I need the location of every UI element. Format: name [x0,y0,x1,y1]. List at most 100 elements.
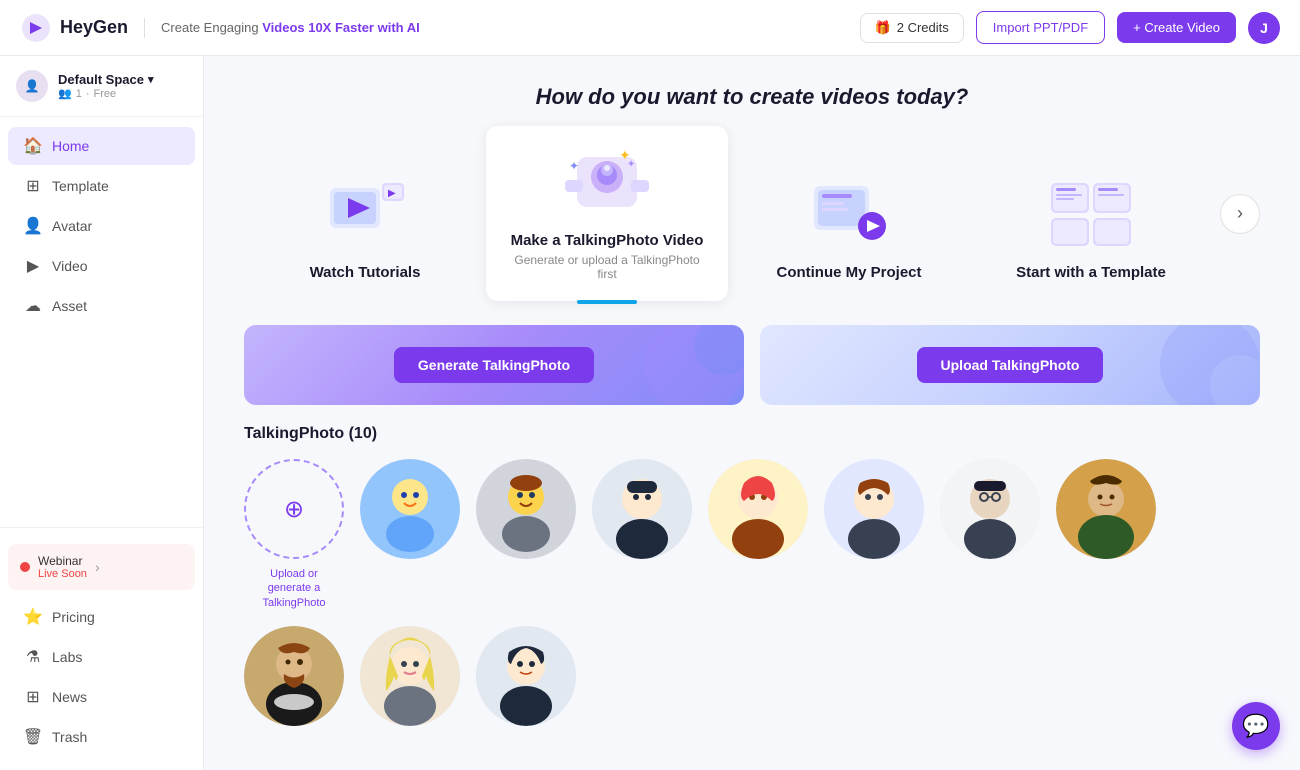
photo-circle [360,626,460,726]
photos-grid: ⊕ Upload orgenerate aTalkingPhoto [204,459,1300,746]
video-icon: ▶ [24,257,42,275]
card-continue-title: Continue My Project [776,264,921,281]
credits-button[interactable]: 🎁 2 Credits [860,13,964,43]
header-tagline: Create Engaging Videos 10X Faster with A… [161,20,420,35]
pricing-icon: ⭐ [24,608,42,626]
photo-item[interactable] [592,459,692,610]
photo-item[interactable] [476,626,576,726]
webinar-banner[interactable]: Webinar Live Soon › [8,544,195,590]
card-template[interactable]: Start with a Template [970,126,1212,301]
photo-item[interactable] [708,459,808,610]
tagline-highlight: Videos 10X Faster with AI [262,20,420,35]
photo-circle [940,459,1040,559]
webinar-label: Webinar [38,554,87,568]
photo-item[interactable] [1056,459,1156,610]
news-icon: ⊞ [24,688,42,706]
gift-icon: 🎁 [875,20,891,36]
labs-icon: ⚗ [24,648,42,666]
photo-item[interactable] [360,626,460,726]
add-icon: ⊕ [284,495,304,524]
sidebar-item-asset[interactable]: ☁ Asset [8,287,195,325]
next-button[interactable]: › [1220,194,1260,234]
sidebar: 👤 Default Space ▾ 👥 1 · Free 🏠 Home [0,56,204,770]
sidebar-item-label: Asset [52,298,87,314]
sidebar-item-label: Video [52,258,88,274]
add-photo-circle: ⊕ [244,459,344,559]
photo-circle [360,459,460,559]
cards-row: ▶ Watch Tutorials ✦ ✦ [204,126,1300,301]
user-avatar[interactable]: J [1248,12,1280,44]
logo-text: HeyGen [60,17,128,38]
add-photo-item[interactable]: ⊕ Upload orgenerate aTalkingPhoto [244,459,344,610]
card-tutorials[interactable]: ▶ Watch Tutorials [244,126,486,301]
sidebar-item-label: Avatar [52,218,92,234]
photo-item[interactable] [244,626,344,726]
svg-text:✦: ✦ [569,159,579,173]
sidebar-item-label: Pricing [52,609,95,625]
sidebar-item-template[interactable]: ⊞ Template [8,167,195,205]
svg-text:✦: ✦ [627,159,635,170]
page-heading: How do you want to create videos today? [204,56,1300,126]
sidebar-bottom: Webinar Live Soon › ⭐ Pricing ⚗ Labs ⊞ N… [0,527,203,770]
photo-item[interactable] [476,459,576,610]
sidebar-item-label: News [52,689,87,705]
sidebar-item-avatar[interactable]: 👤 Avatar [8,207,195,245]
sidebar-item-video[interactable]: ▶ Video [8,247,195,285]
sidebar-item-labs[interactable]: ⚗ Labs [8,638,195,676]
chat-bubble[interactable]: 💬 [1232,702,1280,750]
create-video-button[interactable]: + Create Video [1117,12,1236,43]
active-indicator [577,300,637,304]
card-talkingphoto-title: Make a TalkingPhoto Video [511,232,704,249]
asset-icon: ☁ [24,297,42,315]
photo-circle [244,626,344,726]
chevron-right-icon: › [95,559,100,575]
workspace-name: Default Space ▾ [58,72,187,87]
card-talkingphoto[interactable]: ✦ ✦ ✦ Make a TalkingPhoto Video Generate… [486,126,728,301]
photo-item[interactable] [824,459,924,610]
action-row: Generate TalkingPhoto Upload TalkingPhot… [244,325,1260,405]
logo-area: HeyGen [20,12,128,44]
photo-item[interactable] [940,459,1040,610]
webinar-sub: Live Soon [38,568,87,580]
sidebar-item-home[interactable]: 🏠 Home [8,127,195,165]
photo-circle [592,459,692,559]
upload-card[interactable]: Upload TalkingPhoto [760,325,1260,405]
card-continue[interactable]: Continue My Project [728,126,970,301]
generate-card[interactable]: Generate TalkingPhoto [244,325,744,405]
talkingphoto-illustration: ✦ ✦ ✦ [557,142,657,222]
main-content: How do you want to create videos today? … [204,56,1300,770]
section-title: TalkingPhoto (10) [244,425,1260,443]
header-right: 🎁 2 Credits Import PPT/PDF + Create Vide… [860,11,1280,44]
workspace-sub: 👥 1 · Free [58,87,187,100]
trash-icon: 🗑 [24,728,42,746]
webinar-dot [20,562,30,572]
import-button[interactable]: Import PPT/PDF [976,11,1105,44]
sidebar-item-trash[interactable]: 🗑 Trash [8,718,195,756]
svg-text:▶: ▶ [388,188,396,199]
workspace-section[interactable]: 👤 Default Space ▾ 👥 1 · Free [0,56,203,117]
logo-icon [20,12,52,44]
sidebar-item-label: Home [52,138,89,154]
workspace-avatar: 👤 [16,70,48,102]
template-icon: ⊞ [24,177,42,195]
sidebar-item-news[interactable]: ⊞ News [8,678,195,716]
workspace-info: Default Space ▾ 👥 1 · Free [58,72,187,100]
header-divider [144,18,145,38]
tutorials-illustration: ▶ [315,174,415,254]
chat-icon: 💬 [1242,713,1269,739]
credits-label: 2 Credits [897,20,949,35]
main-layout: 👤 Default Space ▾ 👥 1 · Free 🏠 Home [0,56,1300,770]
sidebar-item-label: Template [52,178,109,194]
sidebar-item-pricing[interactable]: ⭐ Pricing [8,598,195,636]
users-icon: 👥 [58,87,72,100]
photo-circle [708,459,808,559]
template-illustration [1041,174,1141,254]
photo-circle [476,459,576,559]
card-template-title: Start with a Template [1016,264,1166,281]
header: HeyGen Create Engaging Videos 10X Faster… [0,0,1300,56]
photo-item[interactable] [360,459,460,610]
add-photo-text: Upload orgenerate aTalkingPhoto [263,567,326,610]
webinar-info: Webinar Live Soon [38,554,87,580]
continue-illustration [799,174,899,254]
card-talkingphoto-sub: Generate or upload a TalkingPhoto first [506,253,708,281]
